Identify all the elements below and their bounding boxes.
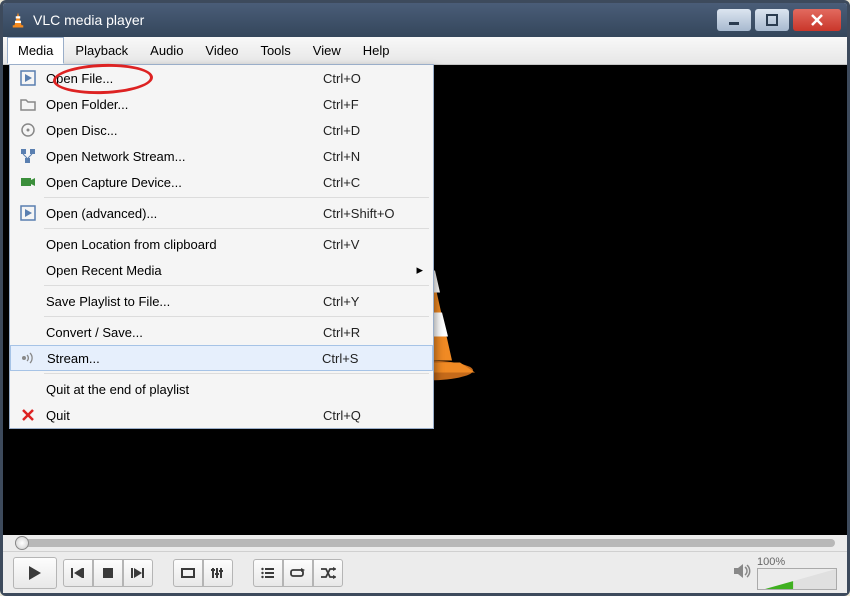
menu-quit-end-playlist[interactable]: Quit at the end of playlist: [10, 376, 433, 402]
menu-open-disc[interactable]: Open Disc... Ctrl+D: [10, 117, 433, 143]
menu-item-label: Open File...: [42, 71, 323, 86]
menu-media[interactable]: Media: [7, 37, 64, 64]
disc-icon: [14, 122, 42, 138]
menu-open-clipboard[interactable]: Open Location from clipboard Ctrl+V: [10, 231, 433, 257]
seek-track[interactable]: [15, 539, 835, 547]
speaker-icon[interactable]: [733, 563, 751, 582]
folder-icon: [14, 97, 42, 111]
network-icon: [14, 148, 42, 164]
capture-icon: [14, 175, 42, 189]
maximize-button[interactable]: [755, 9, 789, 31]
control-bar: 100%: [3, 551, 847, 593]
close-button[interactable]: [793, 9, 841, 31]
menu-quit[interactable]: Quit Ctrl+Q: [10, 402, 433, 428]
menu-separator: [44, 197, 429, 198]
menu-item-shortcut: Ctrl+S: [322, 351, 422, 366]
menu-playback[interactable]: Playback: [64, 37, 139, 64]
menu-separator: [44, 373, 429, 374]
menu-item-shortcut: Ctrl+O: [323, 71, 423, 86]
menu-audio[interactable]: Audio: [139, 37, 194, 64]
menu-separator: [44, 228, 429, 229]
menu-item-label: Quit at the end of playlist: [42, 382, 323, 397]
volume-label: 100%: [757, 556, 837, 568]
menu-help[interactable]: Help: [352, 37, 401, 64]
playlist-button[interactable]: [253, 559, 283, 587]
menu-open-recent[interactable]: Open Recent Media ▸: [10, 257, 433, 283]
menu-item-label: Stream...: [43, 351, 322, 366]
menu-item-shortcut: Ctrl+R: [323, 325, 423, 340]
next-button[interactable]: [123, 559, 153, 587]
menu-item-shortcut: Ctrl+D: [323, 123, 423, 138]
menu-open-file[interactable]: Open File... Ctrl+O: [10, 65, 433, 91]
volume-area: 100%: [733, 556, 837, 590]
media-menu-dropdown: Open File... Ctrl+O Open Folder... Ctrl+…: [9, 64, 434, 429]
menu-separator: [44, 285, 429, 286]
menu-bar: Media Playback Audio Video Tools View He…: [3, 37, 847, 65]
menu-item-shortcut: Ctrl+V: [323, 237, 423, 252]
menu-item-label: Open Disc...: [42, 123, 323, 138]
play-file-icon: [14, 70, 42, 86]
menu-view[interactable]: View: [302, 37, 352, 64]
stop-button[interactable]: [93, 559, 123, 587]
extended-settings-button[interactable]: [203, 559, 233, 587]
menu-video[interactable]: Video: [194, 37, 249, 64]
menu-item-label: Quit: [42, 408, 323, 423]
menu-item-shortcut: Ctrl+Y: [323, 294, 423, 309]
menu-item-shortcut: Ctrl+N: [323, 149, 423, 164]
menu-item-label: Open Location from clipboard: [42, 237, 323, 252]
menu-item-shortcut: Ctrl+C: [323, 175, 423, 190]
menu-stream[interactable]: Stream... Ctrl+S: [10, 345, 433, 371]
app-window: VLC media player Media Playback Audio Vi…: [0, 0, 850, 596]
volume-slider[interactable]: [757, 568, 837, 590]
vlc-cone-icon: [9, 11, 27, 29]
menu-save-playlist[interactable]: Save Playlist to File... Ctrl+Y: [10, 288, 433, 314]
menu-item-label: Save Playlist to File...: [42, 294, 323, 309]
play-file-icon: [14, 205, 42, 221]
menu-open-capture[interactable]: Open Capture Device... Ctrl+C: [10, 169, 433, 195]
title-bar[interactable]: VLC media player: [3, 3, 847, 37]
loop-button[interactable]: [283, 559, 313, 587]
submenu-arrow-icon: ▸: [416, 262, 423, 278]
seek-knob[interactable]: [15, 536, 29, 550]
fullscreen-button[interactable]: [173, 559, 203, 587]
menu-item-label: Open Capture Device...: [42, 175, 323, 190]
menu-item-label: Open Recent Media: [42, 263, 423, 278]
menu-convert[interactable]: Convert / Save... Ctrl+R: [10, 319, 433, 345]
menu-item-label: Open Network Stream...: [42, 149, 323, 164]
play-button[interactable]: [13, 557, 57, 589]
window-title: VLC media player: [33, 12, 717, 28]
x-icon: [14, 408, 42, 422]
menu-item-label: Open Folder...: [42, 97, 323, 112]
stream-icon: [15, 351, 43, 365]
menu-open-network[interactable]: Open Network Stream... Ctrl+N: [10, 143, 433, 169]
menu-separator: [44, 316, 429, 317]
menu-item-shortcut: Ctrl+Shift+O: [323, 206, 423, 221]
menu-open-folder[interactable]: Open Folder... Ctrl+F: [10, 91, 433, 117]
minimize-button[interactable]: [717, 9, 751, 31]
menu-tools[interactable]: Tools: [249, 37, 301, 64]
window-controls: [717, 9, 841, 31]
menu-item-label: Convert / Save...: [42, 325, 323, 340]
menu-item-shortcut: Ctrl+Q: [323, 408, 423, 423]
menu-item-label: Open (advanced)...: [42, 206, 323, 221]
seek-bar[interactable]: [3, 535, 847, 551]
previous-button[interactable]: [63, 559, 93, 587]
menu-item-shortcut: Ctrl+F: [323, 97, 423, 112]
menu-open-advanced[interactable]: Open (advanced)... Ctrl+Shift+O: [10, 200, 433, 226]
shuffle-button[interactable]: [313, 559, 343, 587]
